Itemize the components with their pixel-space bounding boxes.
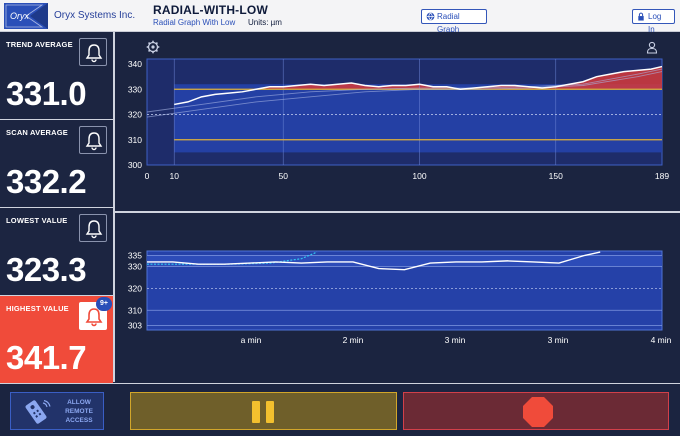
trend-chart: 340 330 320 310 3000 10 50 100 150 189 (128, 40, 669, 181)
y-tick-label: 340 (128, 59, 142, 69)
scan-chart-panel: 335 330 320 310 303 a min 2 min 3 min 3 min 4 min (115, 213, 680, 383)
x-tick-label: 3 min (548, 335, 569, 345)
y-tick-label: 300 (128, 160, 142, 170)
svg-text:Oryx: Oryx (10, 11, 29, 21)
stat-scan-average: SCAN AVERAGE 332.2 (0, 120, 113, 208)
settings-icon-tooth (147, 49, 151, 53)
globe-icon (426, 12, 435, 21)
stat-value: 332.2 (6, 163, 87, 200)
login-button[interactable]: Log In (632, 9, 675, 34)
x-tick-label: 100 (412, 171, 426, 181)
allow-remote-access-label: ALLOW REMOTE ACCESS (65, 399, 93, 424)
trend-chart-panel: 340 330 320 310 300 0 10 50 100 150 189 (115, 32, 680, 212)
pause-icon-bar-left (252, 401, 260, 423)
stop-icon (523, 397, 553, 427)
radial-graph-label: Radial Graph (437, 12, 460, 34)
x-tick-label: 150 (549, 171, 563, 181)
stat-label: LOWEST VALUE (6, 216, 68, 225)
page-title: RADIAL-WITH-LOW (153, 3, 268, 17)
x-tick-label: 2 min (343, 335, 364, 345)
radial-graph-button[interactable]: Radial Graph (421, 9, 487, 34)
y-tick-label: 303 (128, 321, 142, 331)
x-tick-label: 0 (145, 171, 150, 181)
login-label: Log In (648, 12, 662, 34)
pause-button[interactable] (130, 392, 397, 430)
stat-trend-average: TREND AVERAGE 331.0 (0, 32, 113, 120)
highest-alarm-button[interactable]: 9+ (79, 297, 112, 330)
company-name: Oryx Systems Inc. (54, 10, 136, 21)
stat-highest-value: HIGHEST VALUE 9+ 341.7 (0, 296, 113, 384)
header-bar: Oryx Oryx Systems Inc. RADIAL-WITH-LOW R… (0, 0, 680, 34)
settings-icon[interactable] (146, 40, 160, 54)
tolerance-band (174, 84, 663, 153)
settings-icon-hub (151, 45, 155, 49)
stat-value: 331.0 (6, 75, 87, 112)
settings-icon-tooth (155, 49, 159, 53)
y-tick-label: 335 (128, 250, 142, 260)
stat-label: HIGHEST VALUE (6, 304, 69, 313)
stat-lowest-value: LOWEST VALUE 323.3 (0, 208, 113, 296)
footer-bar: ALLOW REMOTE ACCESS (0, 383, 680, 436)
app-root: Oryx Oryx Systems Inc. RADIAL-WITH-LOW R… (0, 0, 680, 436)
stat-label: TREND AVERAGE (6, 40, 73, 49)
trend-alarm-button[interactable] (79, 38, 107, 66)
user-icon-head (648, 41, 656, 49)
scan-chart: 335330 320 310 303 a min 2 min 3 min 3 min 4 min (128, 250, 672, 345)
bell-icon (85, 44, 103, 63)
stat-value: 341.7 (6, 339, 87, 376)
x-tick-label: a min (241, 335, 262, 345)
x-tick-label: 4 min (651, 335, 672, 345)
y-tick-label: 320 (128, 283, 142, 293)
settings-icon-tooth (155, 41, 159, 45)
x-tick-label: 10 (170, 171, 180, 181)
y-tick-label: 330 (128, 84, 142, 94)
stat-value: 323.3 (6, 251, 87, 288)
page-subtitle: Radial Graph With Low (153, 18, 236, 27)
stop-button[interactable] (403, 392, 669, 430)
bell-icon (85, 132, 103, 151)
y-tick-label: 310 (128, 135, 142, 145)
alarm-count-badge: 9+ (96, 297, 112, 311)
x-tick-label: 3 min (445, 335, 466, 345)
y-tick-label: 310 (128, 305, 142, 315)
oryx-logo: Oryx (4, 3, 48, 29)
settings-icon-tooth (147, 41, 151, 45)
x-tick-label: 50 (279, 171, 289, 181)
x-tick-label: 189 (655, 171, 669, 181)
y-tick-label: 320 (128, 110, 142, 120)
stat-label: SCAN AVERAGE (6, 128, 68, 137)
lock-icon (638, 12, 644, 21)
y-tick-label: 330 (128, 261, 142, 271)
user-icon-body (646, 47, 658, 54)
user-icon[interactable] (646, 41, 658, 54)
bell-icon (85, 220, 103, 239)
scan-alarm-button[interactable] (79, 126, 107, 154)
pause-icon-bar-right (266, 401, 274, 423)
units-label: Units: µm (248, 18, 282, 27)
remote-control-icon (25, 400, 51, 424)
lowest-alarm-button[interactable] (79, 214, 107, 242)
allow-remote-access-button[interactable]: ALLOW REMOTE ACCESS (10, 392, 104, 430)
